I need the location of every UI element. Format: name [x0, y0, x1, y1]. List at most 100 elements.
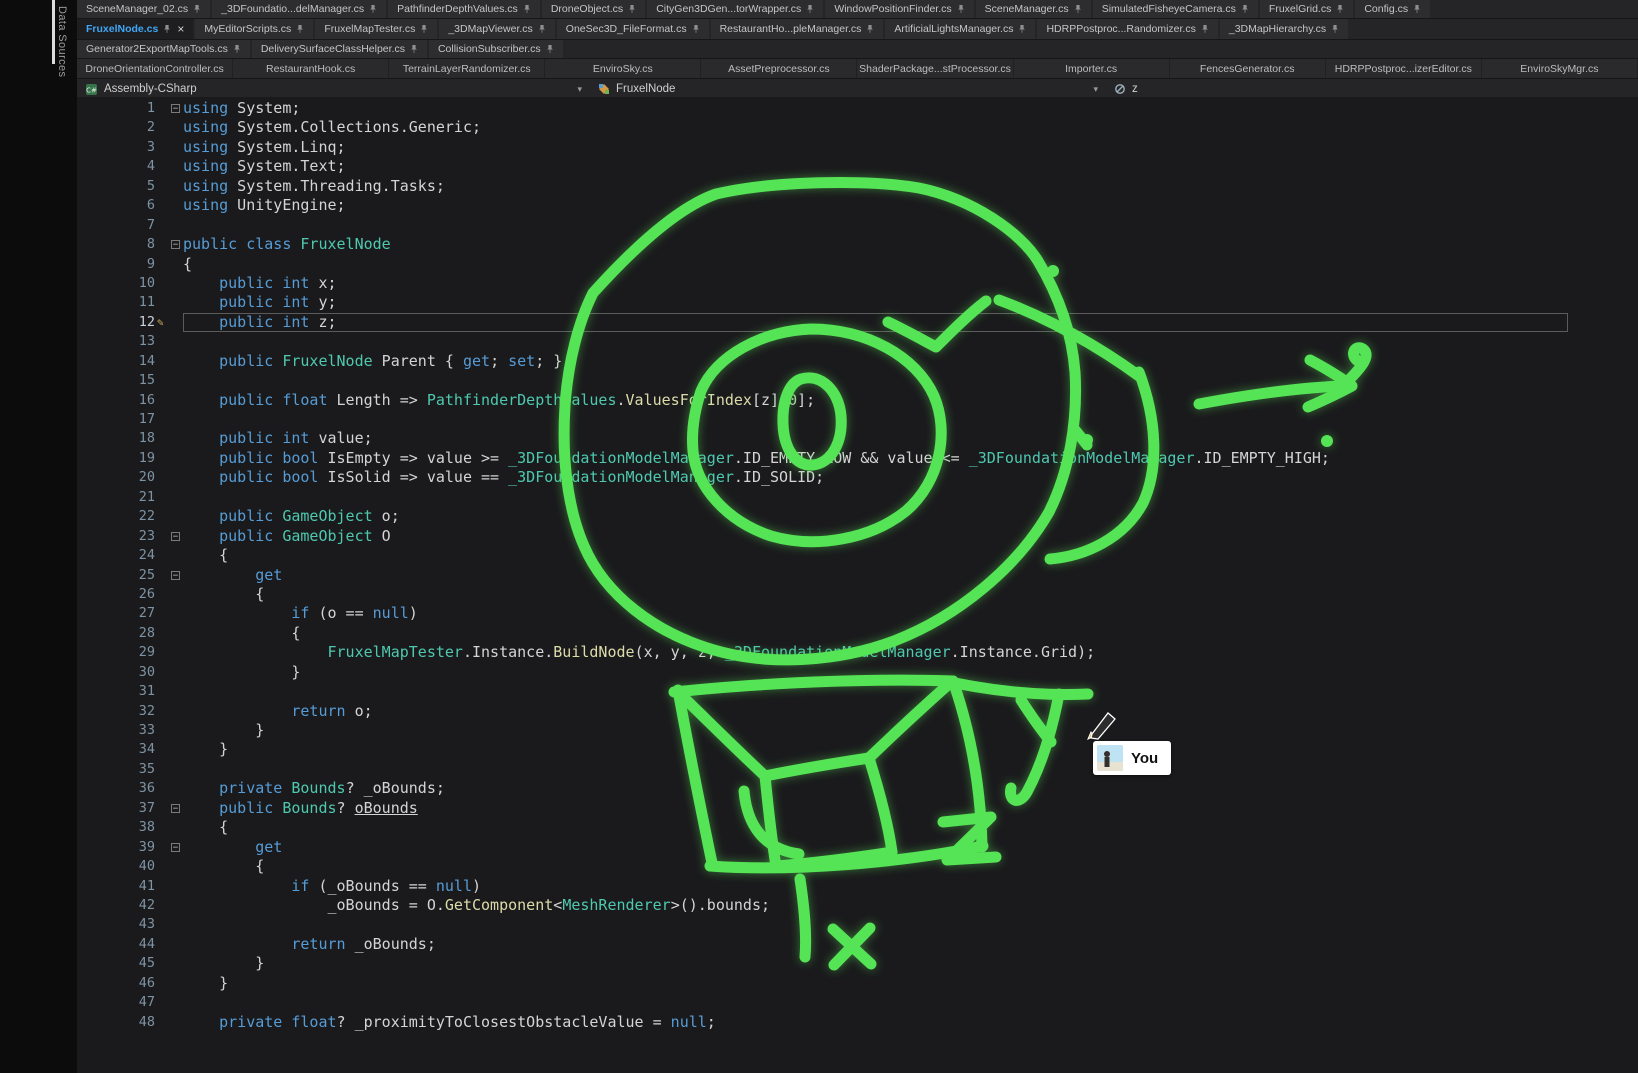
type-dropdown[interactable]: FruxelNode ▾ — [590, 79, 1106, 99]
code-line-42[interactable]: 42 _oBounds = O.GetComponent<MeshRendere… — [77, 896, 1638, 915]
code-line-48[interactable]: 48 private float? _proximityToClosestObs… — [77, 1013, 1638, 1032]
pin-icon[interactable] — [410, 44, 418, 54]
fold-marker[interactable]: − — [171, 843, 180, 852]
pin-icon[interactable] — [1336, 4, 1344, 14]
tab--3dmapviewer-cs[interactable]: _3DMapViewer.cs — [439, 19, 554, 39]
tab-enviroskymgr-cs[interactable]: EnviroSkyMgr.cs — [1482, 59, 1638, 78]
code-editor[interactable]: 1−using System;2using System.Collections… — [77, 97, 1638, 1073]
tab-myeditorscripts-cs[interactable]: MyEditorScripts.cs — [195, 19, 313, 39]
code-line-3[interactable]: 3using System.Linq; — [77, 138, 1638, 157]
pin-icon[interactable] — [692, 24, 700, 34]
tab--3dfoundatio-delmanager-cs[interactable]: _3DFoundatio...delManager.cs — [212, 0, 386, 18]
code-line-6[interactable]: 6using UnityEngine; — [77, 196, 1638, 215]
pin-icon[interactable] — [296, 24, 304, 34]
code-line-43[interactable]: 43 — [77, 915, 1638, 934]
code-line-17[interactable]: 17 — [77, 410, 1638, 429]
code-line-14[interactable]: 14 public FruxelNode Parent { get; set; … — [77, 352, 1638, 371]
chevron-down-icon[interactable]: ▾ — [1093, 84, 1098, 95]
tab-assetpreprocessor-cs[interactable]: AssetPreprocessor.cs — [701, 59, 857, 78]
pin-icon[interactable] — [546, 44, 554, 54]
pin-icon[interactable] — [163, 24, 171, 34]
tab--3dmaphierarchy-cs[interactable]: _3DMapHierarchy.cs — [1220, 19, 1348, 39]
code-line-11[interactable]: 11 public int y; — [77, 293, 1638, 312]
tab-hdrppostproc-randomizer-cs[interactable]: HDRPPostproc...Randomizer.cs — [1037, 19, 1217, 39]
pin-icon[interactable] — [1074, 4, 1082, 14]
code-line-30[interactable]: 30 } — [77, 663, 1638, 682]
pin-icon[interactable] — [420, 24, 428, 34]
code-line-2[interactable]: 2using System.Collections.Generic; — [77, 118, 1638, 137]
code-line-4[interactable]: 4using System.Text; — [77, 157, 1638, 176]
tab-envirosky-cs[interactable]: EnviroSky.cs — [545, 59, 701, 78]
tab-fruxelmaptester-cs[interactable]: FruxelMapTester.cs — [315, 19, 437, 39]
tab-scenemanager-cs[interactable]: SceneManager.cs — [976, 0, 1091, 18]
pin-icon[interactable] — [369, 4, 377, 14]
code-line-35[interactable]: 35 — [77, 760, 1638, 779]
code-line-44[interactable]: 44 return _oBounds; — [77, 935, 1638, 954]
code-line-29[interactable]: 29 FruxelMapTester.Instance.BuildNode(x,… — [77, 643, 1638, 662]
code-line-47[interactable]: 47 — [77, 993, 1638, 1012]
pin-icon[interactable] — [1413, 4, 1421, 14]
code-line-26[interactable]: 26 { — [77, 585, 1638, 604]
pin-icon[interactable] — [233, 44, 241, 54]
code-line-45[interactable]: 45 } — [77, 954, 1638, 973]
tab-generator2exportmaptools-cs[interactable]: Generator2ExportMapTools.cs — [77, 40, 250, 58]
pin-icon[interactable] — [866, 24, 874, 34]
code-line-40[interactable]: 40 { — [77, 857, 1638, 876]
code-line-31[interactable]: 31 — [77, 682, 1638, 701]
code-line-32[interactable]: 32 return o; — [77, 702, 1638, 721]
code-line-38[interactable]: 38 { — [77, 818, 1638, 837]
fold-marker[interactable]: − — [171, 240, 180, 249]
code-line-21[interactable]: 21 — [77, 488, 1638, 507]
tab-fruxelgrid-cs[interactable]: FruxelGrid.cs — [1260, 0, 1353, 18]
tab-windowpositionfinder-cs[interactable]: WindowPositionFinder.cs — [825, 0, 973, 18]
tab-droneobject-cs[interactable]: DroneObject.cs — [542, 0, 645, 18]
fold-marker[interactable]: − — [171, 104, 180, 113]
code-line-39[interactable]: 39− get — [77, 838, 1638, 857]
code-line-41[interactable]: 41 if (_oBounds == null) — [77, 877, 1638, 896]
tab-hdrppostproc-izereditor-cs[interactable]: HDRPPostproc...izerEditor.cs — [1326, 59, 1482, 78]
close-icon[interactable]: × — [177, 23, 184, 35]
tab-config-cs[interactable]: Config.cs — [1355, 0, 1430, 18]
pin-icon[interactable] — [806, 4, 814, 14]
tab-artificiallightsmanager-cs[interactable]: ArtificialLightsManager.cs — [885, 19, 1035, 39]
fold-marker[interactable]: − — [171, 571, 180, 580]
pin-icon[interactable] — [628, 4, 636, 14]
code-line-46[interactable]: 46 } — [77, 974, 1638, 993]
code-line-10[interactable]: 10 public int x; — [77, 274, 1638, 293]
tab-deliverysurfaceclasshelper-cs[interactable]: DeliverySurfaceClassHelper.cs — [252, 40, 427, 58]
code-line-16[interactable]: 16 public float Length => PathfinderDept… — [77, 391, 1638, 410]
tab-restaurantho-plemanager-cs[interactable]: RestaurantHo...pleManager.cs — [711, 19, 884, 39]
code-line-23[interactable]: 23− public GameObject O — [77, 527, 1638, 546]
code-line-27[interactable]: 27 if (o == null) — [77, 604, 1638, 623]
code-line-7[interactable]: 7 — [77, 216, 1638, 235]
tab-collisionsubscriber-cs[interactable]: CollisionSubscriber.cs — [429, 40, 563, 58]
data-sources-tab[interactable]: Data Sources — [56, 6, 68, 77]
code-line-12[interactable]: 12✎ public int z; — [77, 313, 1638, 332]
code-line-18[interactable]: 18 public int value; — [77, 429, 1638, 448]
pin-icon[interactable] — [1018, 24, 1026, 34]
tab-citygen3dgen-torwrapper-cs[interactable]: CityGen3DGen...torWrapper.cs — [647, 0, 823, 18]
code-line-24[interactable]: 24 { — [77, 546, 1638, 565]
tab-scenemanager-02-cs[interactable]: SceneManager_02.cs — [77, 0, 210, 18]
tab-droneorientationcontroller-cs[interactable]: DroneOrientationController.cs — [77, 59, 233, 78]
member-dropdown[interactable]: z — [1106, 79, 1638, 99]
tab-restauranthook-cs[interactable]: RestaurantHook.cs — [233, 59, 389, 78]
pin-icon[interactable] — [523, 4, 531, 14]
tab-terrainlayerrandomizer-cs[interactable]: TerrainLayerRandomizer.cs — [389, 59, 545, 78]
code-line-22[interactable]: 22 public GameObject o; — [77, 507, 1638, 526]
pin-icon[interactable] — [957, 4, 965, 14]
code-line-20[interactable]: 20 public bool IsSolid => value == _3DFo… — [77, 468, 1638, 487]
tab-fruxelnode-cs[interactable]: FruxelNode.cs× — [77, 19, 193, 39]
pin-icon[interactable] — [538, 24, 546, 34]
pin-icon[interactable] — [1331, 24, 1339, 34]
tab-shaderpackage-stprocessor-cs[interactable]: ShaderPackage...stProcessor.cs — [857, 59, 1013, 78]
code-line-19[interactable]: 19 public bool IsEmpty => value >= _3DFo… — [77, 449, 1638, 468]
code-line-5[interactable]: 5using System.Threading.Tasks; — [77, 177, 1638, 196]
code-line-8[interactable]: 8−public class FruxelNode — [77, 235, 1638, 254]
tab-fencesgenerator-cs[interactable]: FencesGenerator.cs — [1170, 59, 1326, 78]
code-line-13[interactable]: 13 — [77, 332, 1638, 351]
code-line-15[interactable]: 15 — [77, 371, 1638, 390]
code-line-34[interactable]: 34 } — [77, 740, 1638, 759]
pin-icon[interactable] — [193, 4, 201, 14]
tab-pathfinderdepthvalues-cs[interactable]: PathfinderDepthValues.cs — [388, 0, 540, 18]
